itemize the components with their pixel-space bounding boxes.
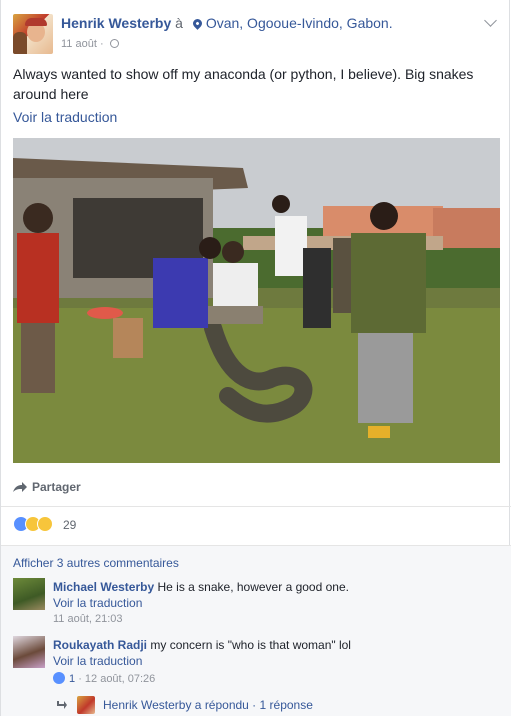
comment-author-link[interactable]: Roukayath Radji bbox=[53, 638, 147, 652]
share-label: Partager bbox=[32, 480, 81, 494]
globe-icon bbox=[109, 39, 119, 48]
facebook-post: Henrik Westerby à Ovan, Ogooue-Ivindo, G… bbox=[0, 0, 511, 716]
comment-body: Roukayath Radji my concern is "who is th… bbox=[53, 638, 351, 652]
comment-translate-link[interactable]: Voir la traduction bbox=[53, 596, 142, 610]
view-more-comments-link[interactable]: Afficher 3 autres commentaires bbox=[13, 556, 179, 570]
divider bbox=[1, 506, 511, 507]
at-label: à bbox=[175, 15, 183, 31]
like-icon bbox=[53, 672, 65, 684]
post-date-link[interactable]: 11 août bbox=[61, 38, 97, 50]
see-translation-link[interactable]: Voir la traduction bbox=[13, 109, 117, 125]
author-name-link[interactable]: Henrik Westerby bbox=[61, 15, 171, 31]
comment-avatar[interactable] bbox=[13, 578, 45, 610]
comment-timestamp[interactable]: · 12 août, 07:26 bbox=[78, 673, 155, 685]
comment-body: Michael Westerby He is a snake, however … bbox=[53, 580, 349, 594]
post-photo[interactable] bbox=[13, 138, 500, 463]
view-replies-link[interactable]: Henrik Westerby a répondu · 1 réponse bbox=[57, 696, 313, 714]
comment-avatar[interactable] bbox=[13, 636, 45, 668]
comments-section bbox=[1, 545, 511, 716]
post-meta: 11 août · bbox=[61, 38, 119, 50]
reaction-count: 29 bbox=[63, 518, 77, 532]
reply-summary: Henrik Westerby a répondu · 1 réponse bbox=[103, 698, 313, 712]
photo-illustration bbox=[13, 138, 500, 463]
location-pin-icon bbox=[190, 17, 204, 30]
reply-avatar bbox=[77, 696, 95, 714]
share-arrow-icon bbox=[13, 482, 27, 492]
divider bbox=[1, 545, 511, 546]
haha-icon bbox=[37, 516, 53, 532]
comment-text: my concern is "who is that woman" lol bbox=[150, 638, 351, 652]
post-text: Always wanted to show off my anaconda (o… bbox=[13, 66, 474, 102]
post-title-line: Henrik Westerby à Ovan, Ogooue-Ivindo, G… bbox=[61, 15, 393, 31]
comment-like-count[interactable]: 1 bbox=[69, 673, 75, 685]
location-link[interactable]: Ovan, Ogooue-Ivindo, Gabon. bbox=[206, 15, 393, 31]
comment-meta: 1 · 12 août, 07:26 bbox=[53, 672, 155, 685]
comment-translate-link[interactable]: Voir la traduction bbox=[53, 654, 142, 668]
comment-author-link[interactable]: Michael Westerby bbox=[53, 580, 154, 594]
author-avatar[interactable] bbox=[13, 14, 53, 54]
meta-separator: · bbox=[99, 38, 104, 50]
comment-timestamp[interactable]: 11 août, 21:03 bbox=[53, 613, 123, 625]
post-header: Henrik Westerby à Ovan, Ogooue-Ivindo, G… bbox=[13, 12, 497, 56]
reply-arrow-icon bbox=[57, 701, 67, 709]
comment-text: He is a snake, however a good one. bbox=[157, 580, 349, 594]
share-button[interactable]: Partager bbox=[13, 480, 81, 494]
chevron-down-icon[interactable] bbox=[484, 14, 497, 27]
